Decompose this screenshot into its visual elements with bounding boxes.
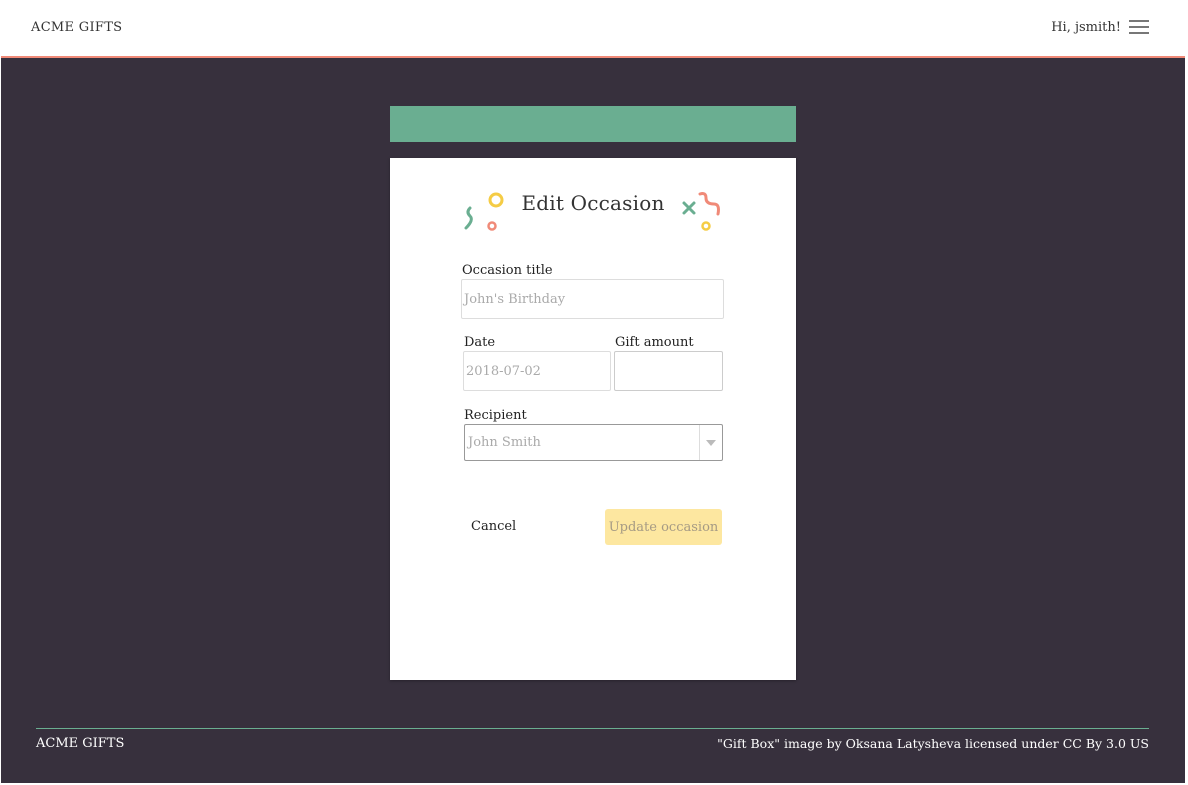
- recipient-select[interactable]: John Smith: [464, 424, 723, 461]
- user-greeting: Hi, jsmith!: [1051, 20, 1121, 35]
- brand-logo[interactable]: ACME GIFTS: [31, 20, 122, 35]
- header-banner: [390, 106, 796, 142]
- gift-amount-input[interactable]: [614, 351, 723, 391]
- footer-brand: ACME GIFTS: [36, 736, 125, 751]
- footer-divider: [36, 728, 1149, 729]
- occasion-title-placeholder: John's Birthday: [464, 291, 566, 307]
- occasion-title-label: Occasion title: [462, 263, 553, 278]
- date-placeholder: 2018-07-02: [466, 363, 541, 379]
- app-frame: ACME GIFTS Hi, jsmith! Edit Occasion Occ…: [1, 1, 1185, 783]
- recipient-selected-value: John Smith: [468, 435, 541, 450]
- confetti-right-icon: [682, 192, 720, 231]
- date-input[interactable]: 2018-07-02: [463, 351, 611, 391]
- cancel-button[interactable]: Cancel: [471, 519, 516, 534]
- edit-occasion-card: Edit Occasion Occasion title John's Birt…: [390, 158, 796, 680]
- occasion-title-input[interactable]: John's Birthday: [461, 279, 724, 319]
- recipient-label: Recipient: [464, 408, 527, 423]
- update-occasion-button[interactable]: Update occasion: [605, 509, 722, 545]
- chevron-down-icon[interactable]: [699, 425, 722, 460]
- footer-credit: "Gift Box" image by Oksana Latysheva lic…: [717, 736, 1149, 751]
- gift-amount-label: Gift amount: [615, 335, 694, 350]
- hamburger-menu-icon[interactable]: [1129, 19, 1149, 35]
- top-navbar: ACME GIFTS Hi, jsmith!: [1, 1, 1185, 58]
- date-label: Date: [464, 335, 496, 350]
- page-title: Edit Occasion: [521, 191, 665, 215]
